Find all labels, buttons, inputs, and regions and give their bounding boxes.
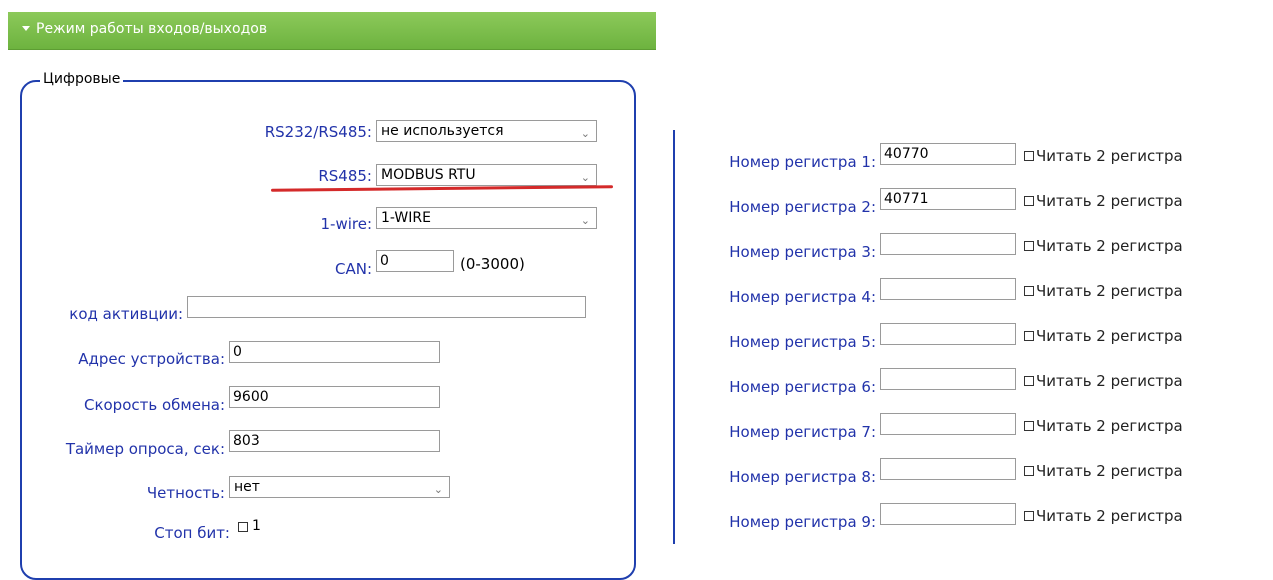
can-range-text: (0-3000) [460, 255, 525, 273]
digital-fieldset [20, 80, 636, 580]
register-input[interactable] [880, 278, 1016, 300]
rs485-select-value: MODBUS RTU [381, 167, 476, 183]
speed-label: Скорость обмена: [83, 396, 225, 414]
stopbit-checkbox[interactable] [238, 522, 248, 532]
read-two-label: Читать 2 регистра [1036, 507, 1183, 525]
read-two-label: Читать 2 регистра [1036, 192, 1183, 210]
register-label: Номер регистра 7: [729, 423, 876, 441]
register-input[interactable] [880, 503, 1016, 525]
register-label: Номер регистра 8: [729, 468, 876, 486]
read-two-checkbox[interactable] [1024, 331, 1034, 341]
read-two-label: Читать 2 регистра [1036, 282, 1183, 300]
read-two-checkbox[interactable] [1024, 196, 1034, 206]
read-two-checkbox[interactable] [1024, 511, 1034, 521]
read-two-label: Читать 2 регистра [1036, 417, 1183, 435]
parity-select[interactable]: нет ⌄ [229, 476, 450, 498]
register-input[interactable]: 40770 [880, 143, 1016, 165]
fieldset-legend: Цифровые [40, 71, 124, 87]
register-input[interactable] [880, 458, 1016, 480]
chevron-down-icon: ⌄ [580, 127, 590, 140]
timer-input[interactable]: 803 [229, 430, 440, 452]
read-two-checkbox[interactable] [1024, 286, 1034, 296]
stopbit-option-label: 1 [252, 518, 261, 534]
register-input[interactable] [880, 413, 1016, 435]
read-two-checkbox[interactable] [1024, 241, 1034, 251]
read-two-checkbox[interactable] [1024, 421, 1034, 431]
read-two-label: Читать 2 регистра [1036, 237, 1183, 255]
read-two-checkbox[interactable] [1024, 151, 1034, 161]
register-label: Номер регистра 1: [729, 153, 876, 171]
activation-input[interactable] [187, 296, 586, 318]
read-two-label: Читать 2 регистра [1036, 372, 1183, 390]
address-input[interactable]: 0 [229, 341, 440, 363]
read-two-checkbox[interactable] [1024, 376, 1034, 386]
parity-label: Четность: [146, 484, 225, 502]
register-input[interactable] [880, 323, 1016, 345]
read-two-label: Читать 2 регистра [1036, 462, 1183, 480]
can-input[interactable]: 0 [376, 250, 454, 272]
divider-line [673, 130, 675, 544]
onewire-select-value: 1-WIRE [381, 210, 431, 226]
can-label: CAN: [334, 260, 372, 278]
speed-input[interactable]: 9600 [229, 386, 440, 408]
stopbit-label: Стоп бит: [154, 524, 230, 542]
register-label: Номер регистра 6: [729, 378, 876, 396]
read-two-label: Читать 2 регистра [1036, 327, 1183, 345]
chevron-down-icon: ⌄ [433, 483, 443, 496]
activation-label: код активции: [69, 305, 183, 323]
register-label: Номер регистра 2: [729, 198, 876, 216]
rs232-select-value: не используется [381, 123, 504, 139]
register-label: Номер регистра 3: [729, 243, 876, 261]
onewire-select[interactable]: 1-WIRE ⌄ [376, 207, 597, 229]
section-header[interactable]: Режим работы входов/выходов [8, 12, 656, 50]
register-label: Номер регистра 5: [729, 333, 876, 351]
read-two-label: Читать 2 регистра [1036, 147, 1183, 165]
register-label: Номер регистра 4: [729, 288, 876, 306]
rs232-label: RS232/RS485: [264, 123, 372, 141]
timer-label: Таймер опроса, сек: [65, 440, 225, 458]
onewire-label: 1-wire: [320, 215, 372, 233]
read-two-checkbox[interactable] [1024, 466, 1034, 476]
rs485-select[interactable]: MODBUS RTU ⌄ [376, 164, 597, 186]
rs485-label: RS485: [318, 167, 372, 185]
register-input[interactable] [880, 368, 1016, 390]
address-label: Адрес устройства: [78, 350, 225, 368]
section-title: Режим работы входов/выходов [36, 21, 268, 37]
register-input[interactable]: 40771 [880, 188, 1016, 210]
register-input[interactable] [880, 233, 1016, 255]
rs232-select[interactable]: не используется ⌄ [376, 120, 597, 142]
collapse-arrow-icon[interactable] [22, 26, 30, 31]
parity-select-value: нет [234, 479, 260, 495]
chevron-down-icon: ⌄ [580, 214, 590, 227]
register-label: Номер регистра 9: [729, 513, 876, 531]
